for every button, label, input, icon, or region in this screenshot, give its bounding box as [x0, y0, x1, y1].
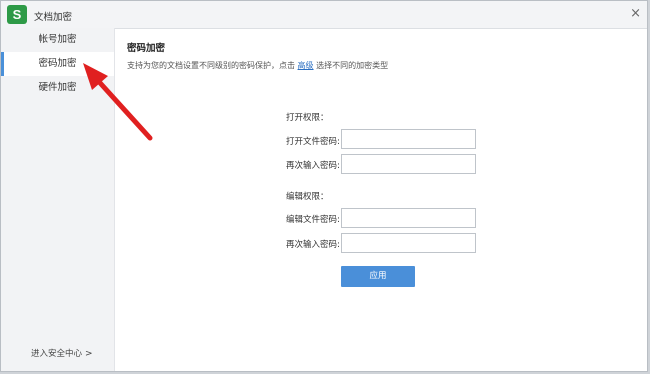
open-password-label: 打开文件密码: — [286, 137, 340, 147]
sidebar-item-password-encrypt[interactable]: 密码加密 — [1, 52, 114, 76]
open-permission-label: 打开权限： — [286, 113, 329, 123]
apply-button[interactable]: 应用 — [341, 266, 415, 287]
open-password-field[interactable] — [341, 129, 476, 149]
advanced-link[interactable]: 高级 — [298, 61, 314, 70]
sidebar-item-account-encrypt[interactable]: 帐号加密 — [1, 28, 114, 52]
main-panel: 密码加密 支持为您的文档设置不同级别的密码保护，点击 高级 选择不同的加密类型 … — [115, 28, 647, 371]
chevron-right-icon: > — [85, 349, 93, 359]
description-prefix: 支持为您的文档设置不同级别的密码保护，点击 — [127, 61, 295, 70]
sidebar-item-hardware-encrypt[interactable]: 硬件加密 — [1, 76, 114, 100]
open-confirm-label: 再次输入密码: — [286, 161, 340, 171]
edit-permission-label: 编辑权限： — [286, 192, 329, 202]
sidebar: 帐号加密 密码加密 硬件加密 进入安全中心 > — [1, 28, 115, 371]
edit-confirm-label: 再次输入密码: — [286, 240, 340, 250]
app-logo-icon: S — [7, 5, 27, 24]
edit-password-field[interactable] — [341, 208, 476, 228]
security-center-link[interactable]: 进入安全中心 > — [31, 347, 93, 359]
edit-password-label: 编辑文件密码: — [286, 215, 340, 225]
security-center-label: 进入安全中心 — [31, 349, 83, 359]
section-description: 支持为您的文档设置不同级别的密码保护，点击 高级 选择不同的加密类型 — [127, 60, 388, 71]
dialog-title: 文档加密 — [34, 12, 73, 23]
edit-confirm-password-field[interactable] — [341, 233, 476, 253]
title-bar: S 文档加密 × — [1, 1, 647, 29]
section-heading: 密码加密 — [127, 43, 166, 54]
open-confirm-password-field[interactable] — [341, 154, 476, 174]
close-icon[interactable]: × — [630, 7, 641, 21]
encrypt-dialog: S 文档加密 × 帐号加密 密码加密 硬件加密 进入安全中心 > 密码加密 支持为… — [0, 0, 648, 372]
description-suffix: 选择不同的加密类型 — [316, 61, 389, 70]
